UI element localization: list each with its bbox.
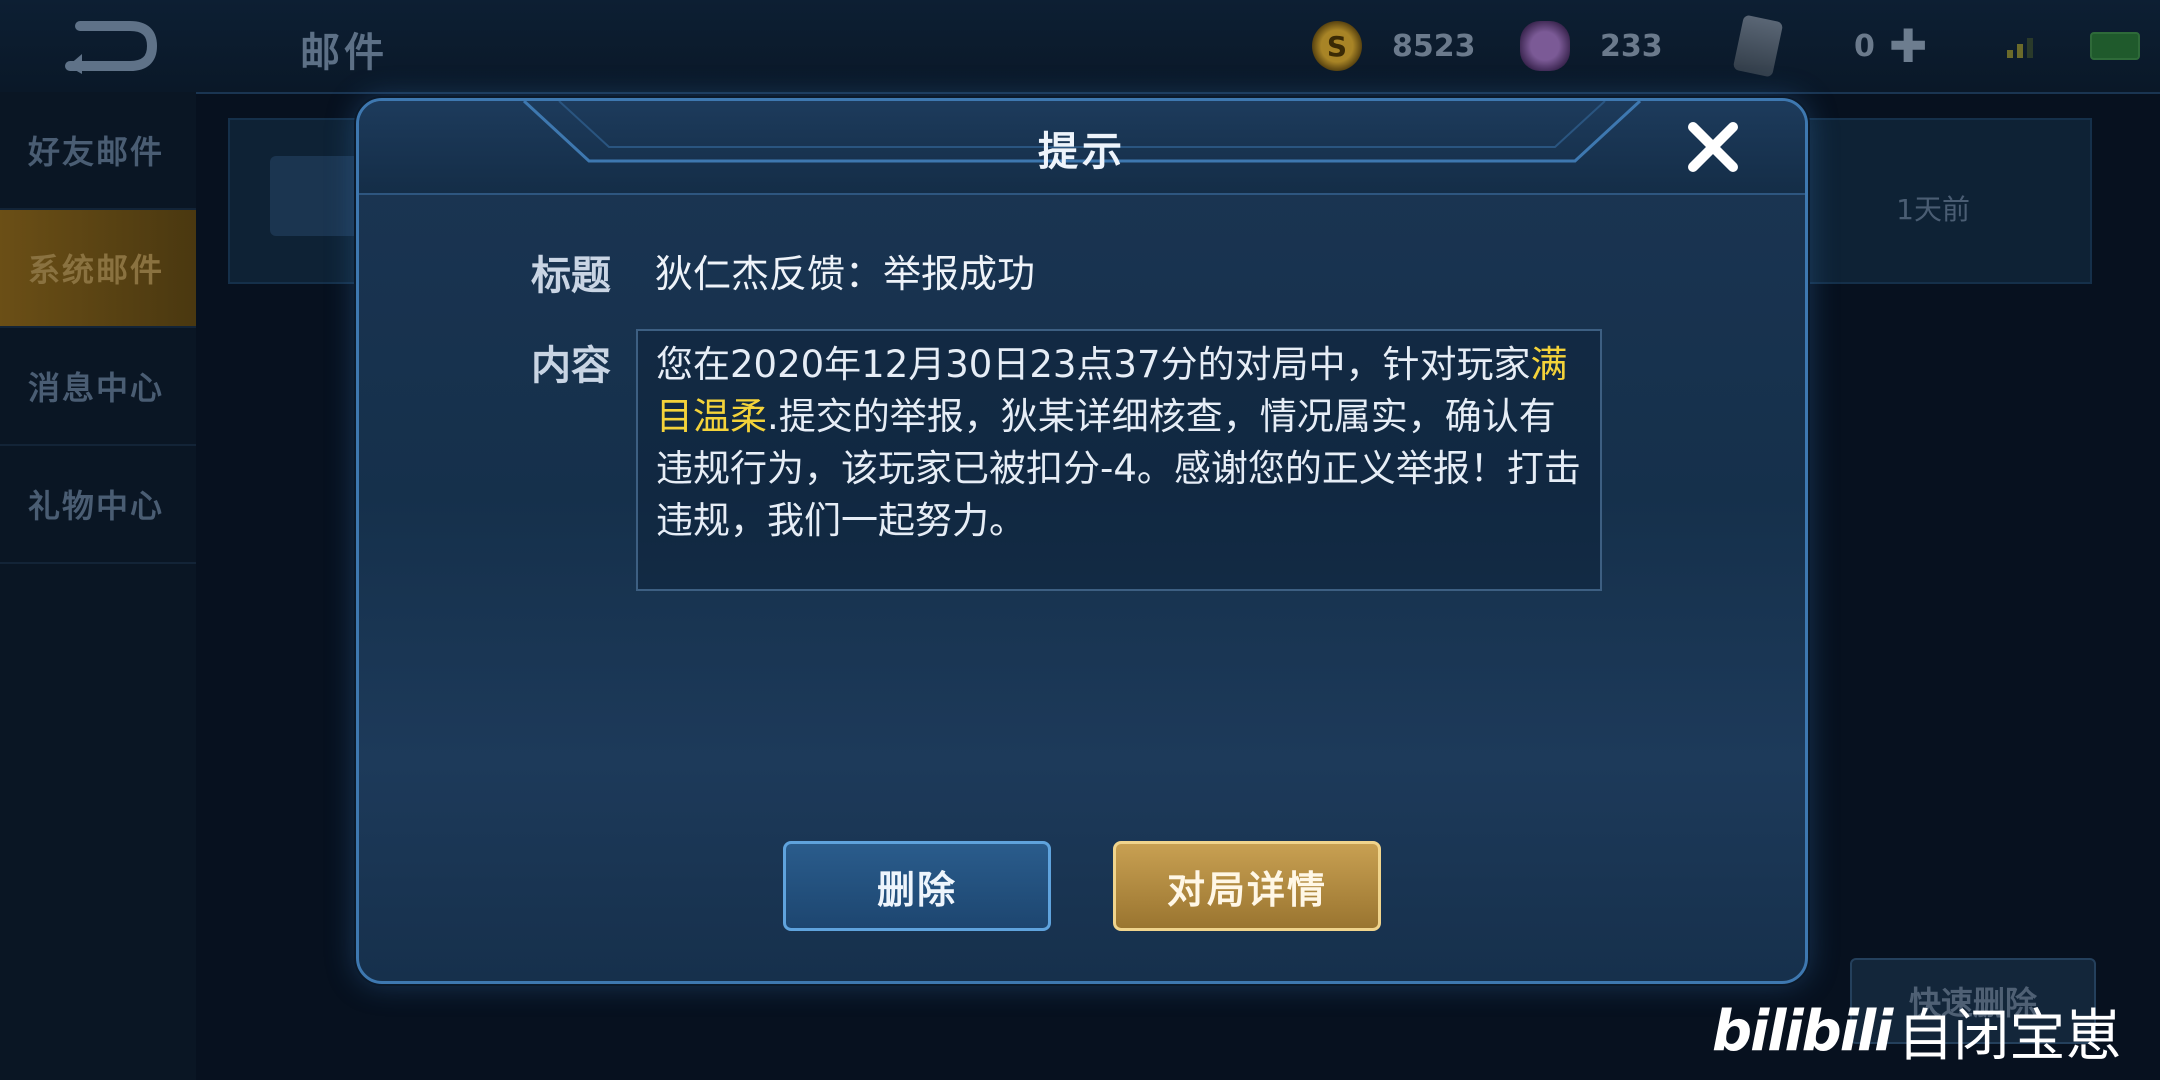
notice-dialog: 提示 标题 狄仁杰反馈：举报成功 内容 您在2020年12月30日23点37分的… [356, 98, 1808, 984]
signal-icon [2007, 38, 2033, 58]
sidebar-item-message-center[interactable]: 消息中心 [0, 328, 196, 446]
match-detail-button[interactable]: 对局详情 [1113, 841, 1381, 931]
title-label: 标题 [531, 253, 611, 299]
card-count: 0 [1854, 28, 1875, 64]
back-icon[interactable] [60, 18, 160, 74]
mail-subject: 狄仁杰反馈：举报成功 [655, 252, 1036, 296]
sidebar-item-system-mail[interactable]: 系统邮件 [0, 210, 196, 328]
watermark: bilibili 自闭宝崽 [1712, 990, 2121, 1072]
content-label: 内容 [531, 343, 611, 389]
coin-balance: S 8523 [1312, 18, 1476, 74]
page-title: 邮件 [300, 30, 388, 76]
delete-button[interactable]: 删除 [783, 841, 1051, 931]
coin-icon: S [1312, 21, 1362, 71]
content-prefix: 您在2020年12月30日23点37分的对局中，针对玩家 [656, 343, 1531, 386]
card-balance: 0 ✚ [1732, 14, 1928, 78]
content-suffix: .提交的举报，狄某详细核查，情况属实，确认有违规行为，该玩家已被扣分-4。感谢您… [656, 395, 1581, 542]
gem-count: 233 [1600, 28, 1663, 64]
mail-sidebar: 好友邮件 系统邮件 消息中心 礼物中心 [0, 92, 196, 1080]
gem-balance: 233 [1520, 18, 1663, 74]
dialog-header: 提示 [359, 101, 1805, 195]
close-icon[interactable] [1681, 115, 1745, 179]
watermark-text: 自闭宝崽 [1897, 1003, 2122, 1069]
gem-icon [1520, 21, 1570, 71]
card-icon [1732, 14, 1784, 78]
sidebar-item-friend-mail[interactable]: 好友邮件 [0, 92, 196, 210]
dialog-title: 提示 [1038, 129, 1126, 175]
bilibili-logo: bilibili [1712, 998, 1893, 1064]
top-bar: 邮件 S 8523 233 0 ✚ [0, 0, 2160, 94]
add-icon[interactable]: ✚ [1889, 19, 1928, 73]
coin-count: 8523 [1392, 28, 1476, 64]
mail-content: 您在2020年12月30日23点37分的对局中，针对玩家满目温柔.提交的举报，狄… [636, 329, 1602, 591]
battery-icon [2090, 32, 2140, 60]
mail-time: 1天前 [1896, 193, 1970, 226]
sidebar-item-gift-center[interactable]: 礼物中心 [0, 446, 196, 564]
